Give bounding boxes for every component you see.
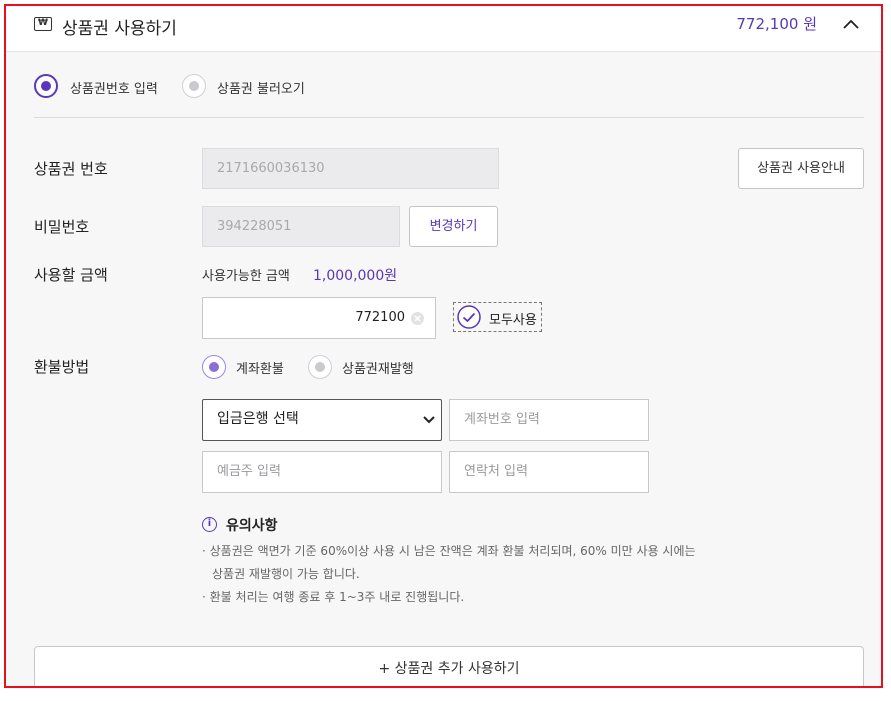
- chevron-up-icon[interactable]: [841, 14, 861, 34]
- total-amount: 772,100 원: [736, 15, 817, 33]
- chevron-down-icon: [423, 416, 435, 424]
- radio-load-voucher[interactable]: [182, 74, 206, 98]
- radio-reissue[interactable]: [308, 355, 332, 379]
- voucher-panel: ₩ 상품권 사용하기 772,100 원 상품권번호 입력 상품권 불러오기 상…: [4, 4, 883, 688]
- bank-select[interactable]: 입금은행 선택: [202, 399, 442, 441]
- panel-header[interactable]: ₩ 상품권 사용하기 772,100 원: [6, 6, 881, 52]
- mode-radio-group: 상품권번호 입력 상품권 불러오기: [34, 72, 854, 102]
- account-number-input[interactable]: 계좌번호 입력: [449, 399, 649, 441]
- radio-reissue-label[interactable]: 상품권재발행: [342, 358, 414, 377]
- ticket-icon: ₩: [34, 17, 52, 31]
- contact-input[interactable]: 연락처 입력: [449, 451, 649, 493]
- radio-account-refund[interactable]: [202, 355, 226, 379]
- check-circle-icon: [457, 305, 481, 329]
- radio-voucher-number[interactable]: [34, 74, 58, 98]
- divider: [34, 117, 864, 118]
- notice-line: · 환불 처리는 여행 종료 후 1~3주 내로 진행됩니다.: [202, 590, 465, 604]
- available-amount-label: 사용가능한 금액: [202, 269, 290, 284]
- add-voucher-button[interactable]: + 상품권 추가 사용하기: [34, 646, 864, 686]
- use-all-label: 모두사용: [489, 313, 537, 328]
- panel-title: 상품권 사용하기: [62, 19, 177, 39]
- use-all-toggle[interactable]: 모두사용: [453, 302, 542, 332]
- bank-select-value: 입금은행 선택: [217, 411, 299, 427]
- radio-load-voucher-label[interactable]: 상품권 불러오기: [217, 78, 305, 97]
- account-holder-input[interactable]: 예금주 입력: [202, 451, 442, 493]
- notice-title: 유의사항: [226, 518, 278, 534]
- amount-input[interactable]: 772100: [202, 297, 436, 339]
- available-amount-value: 1,000,000원: [313, 268, 398, 284]
- password-field: 394228051: [202, 206, 400, 247]
- voucher-number-label: 상품권 번호: [34, 160, 108, 178]
- notice-line: 상품권 재발행이 가능 합니다.: [212, 567, 360, 581]
- voucher-guide-button[interactable]: 상품권 사용안내: [738, 148, 864, 189]
- password-label: 비밀번호: [34, 218, 90, 236]
- amount-label: 사용할 금액: [34, 266, 108, 284]
- notice-line: · 상품권은 액면가 기준 60%이상 사용 시 남은 잔액은 계좌 환불 처리…: [202, 544, 696, 558]
- change-button[interactable]: 변경하기: [409, 206, 498, 247]
- info-icon: i: [202, 517, 217, 532]
- voucher-number-field: 2171660036130: [202, 148, 499, 189]
- radio-voucher-number-label[interactable]: 상품권번호 입력: [70, 78, 158, 97]
- radio-account-refund-label[interactable]: 계좌환불: [236, 358, 284, 377]
- clear-icon[interactable]: [410, 311, 425, 326]
- refund-method-label: 환불방법: [34, 358, 90, 376]
